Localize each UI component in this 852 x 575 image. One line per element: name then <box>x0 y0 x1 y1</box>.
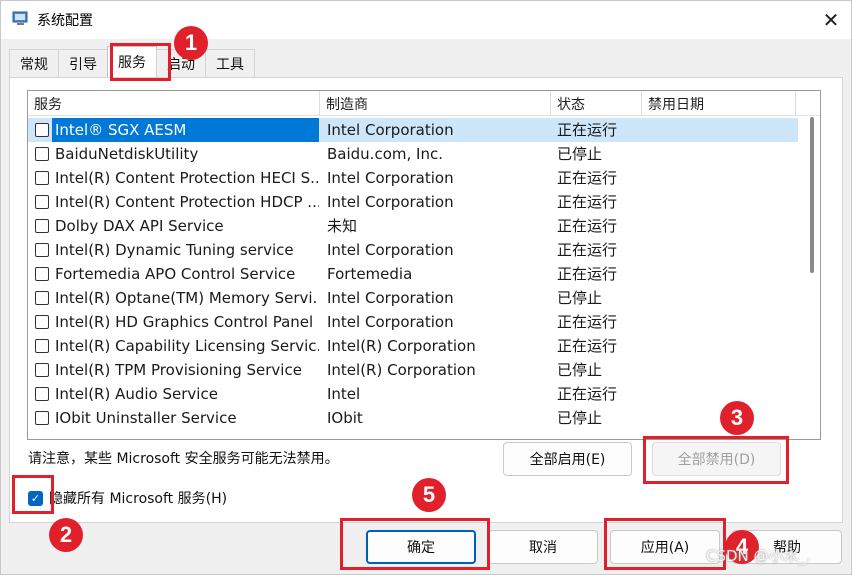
step-badge-3: 3 <box>720 401 754 435</box>
column-header-status[interactable]: 状态 <box>551 91 642 116</box>
hide-microsoft-services-label: 隐藏所有 Microsoft 服务(H) <box>49 491 228 507</box>
vertical-scrollbar[interactable] <box>805 117 819 439</box>
service-name: Intel(R) Audio Service <box>55 385 218 403</box>
service-name: Intel(R) Capability Licensing Servic... <box>55 337 319 355</box>
service-checkbox[interactable] <box>35 267 49 281</box>
service-checkbox[interactable] <box>35 219 49 233</box>
service-checkbox[interactable] <box>35 123 49 137</box>
service-manufacturer: Intel <box>327 385 361 403</box>
service-status: 正在运行 <box>557 313 618 331</box>
tab-general[interactable]: 常规 <box>9 49 59 77</box>
service-manufacturer: Intel Corporation <box>327 121 454 139</box>
table-row[interactable]: Intel(R) TPM Provisioning Service Intel(R… <box>28 358 798 382</box>
service-manufacturer: 未知 <box>327 217 358 235</box>
service-checkbox[interactable] <box>35 339 49 353</box>
annotation-box-disable-all <box>643 436 789 484</box>
security-note: 请注意，某些 Microsoft 安全服务可能无法禁用。 <box>28 451 339 467</box>
service-name: BaiduNetdiskUtility <box>55 145 199 163</box>
table-row[interactable]: Intel(R) Audio Service Intel 正在运行 <box>28 382 798 406</box>
service-name: Intel(R) TPM Provisioning Service <box>55 361 302 379</box>
service-status: 正在运行 <box>557 265 618 283</box>
table-row[interactable]: Intel(R) Capability Licensing Servic... I… <box>28 334 798 358</box>
service-checkbox[interactable] <box>35 147 49 161</box>
service-status: 正在运行 <box>557 385 618 403</box>
close-icon: ✕ <box>822 8 840 32</box>
service-checkbox[interactable] <box>35 411 49 425</box>
service-manufacturer: Baidu.com, Inc. <box>327 145 443 163</box>
service-name: Intel(R) Optane(TM) Memory Servi... <box>55 289 319 307</box>
hide-microsoft-services[interactable]: ✓ 隐藏所有 Microsoft 服务(H) <box>28 488 227 508</box>
service-name: Intel(R) Content Protection HDCP ... <box>55 193 319 211</box>
service-name: Fortemedia APO Control Service <box>55 265 296 283</box>
service-status: 正在运行 <box>557 169 618 187</box>
service-name: Dolby DAX API Service <box>55 217 224 235</box>
annotation-box-hide-ms-checkbox <box>12 475 54 514</box>
service-manufacturer: Intel Corporation <box>327 193 454 211</box>
service-status: 正在运行 <box>557 337 618 355</box>
annotation-box-ok-button <box>340 518 490 570</box>
service-manufacturer: Fortemedia <box>327 265 413 283</box>
service-status: 正在运行 <box>557 193 618 211</box>
table-row[interactable]: Intel(R) Optane(TM) Memory Servi... Intel… <box>28 286 798 310</box>
table-row[interactable]: Dolby DAX API Service 未知 正在运行 <box>28 214 798 238</box>
cancel-button[interactable]: 取消 <box>488 530 598 564</box>
table-row[interactable]: Intel(R) Content Protection HECI S... Int… <box>28 166 798 190</box>
scrollbar-thumb[interactable] <box>810 117 814 273</box>
tab-boot[interactable]: 引导 <box>58 49 108 77</box>
column-header-service[interactable]: 服务 <box>28 91 320 116</box>
service-manufacturer: Intel Corporation <box>327 289 454 307</box>
step-badge-5: 5 <box>412 478 446 512</box>
service-rows: Intel® SGX AESM Intel Corporation 正在运行 Bai… <box>28 118 820 430</box>
service-manufacturer: Intel Corporation <box>327 169 454 187</box>
table-row[interactable]: Intel(R) Dynamic Tuning service Intel Cor… <box>28 238 798 262</box>
msconfig-app-icon <box>12 11 28 25</box>
service-status: 已停止 <box>557 289 603 307</box>
close-button[interactable]: ✕ <box>813 5 849 35</box>
column-header-disable-date[interactable]: 禁用日期 <box>642 91 796 116</box>
title-bar: 系统配置 ✕ <box>1 1 851 39</box>
service-name: IObit Uninstaller Service <box>55 409 237 427</box>
service-name: Intel® SGX AESM <box>52 118 319 142</box>
table-row[interactable]: Intel(R) Content Protection HDCP ... Inte… <box>28 190 798 214</box>
step-badge-2: 2 <box>49 518 83 552</box>
service-status: 已停止 <box>557 145 603 163</box>
table-row[interactable]: Fortemedia APO Control Service Fortemedia… <box>28 262 798 286</box>
annotation-box-services-tab <box>110 43 171 81</box>
service-checkbox[interactable] <box>35 315 49 329</box>
column-header-manufacturer[interactable]: 制造商 <box>320 91 551 116</box>
service-manufacturer: Intel Corporation <box>327 313 454 331</box>
service-manufacturer: Intel(R) Corporation <box>327 337 476 355</box>
service-checkbox[interactable] <box>35 171 49 185</box>
service-checkbox[interactable] <box>35 387 49 401</box>
service-name: Intel(R) Content Protection HECI S... <box>55 169 319 187</box>
service-status: 已停止 <box>557 409 603 427</box>
service-status: 正在运行 <box>557 121 618 139</box>
service-manufacturer: Intel(R) Corporation <box>327 361 476 379</box>
service-manufacturer: IObit <box>327 409 363 427</box>
table-row[interactable]: Intel® SGX AESM Intel Corporation 正在运行 <box>28 118 798 142</box>
service-manufacturer: Intel Corporation <box>327 241 454 259</box>
service-checkbox[interactable] <box>35 195 49 209</box>
table-row[interactable]: IObit Uninstaller Service IObit 已停止 <box>28 406 798 430</box>
service-status: 正在运行 <box>557 217 618 235</box>
service-checkbox[interactable] <box>35 363 49 377</box>
tab-tools[interactable]: 工具 <box>205 49 255 77</box>
table-row[interactable]: BaiduNetdiskUtility Baidu.com, Inc. 已停止 <box>28 142 798 166</box>
service-name: Intel(R) Dynamic Tuning service <box>55 241 294 259</box>
services-table: 服务 制造商 状态 禁用日期 Intel® SGX AESM Intel Corp… <box>27 90 821 440</box>
service-checkbox[interactable] <box>35 243 49 257</box>
step-badge-1: 1 <box>174 26 208 60</box>
table-row[interactable]: Intel(R) HD Graphics Control Panel ... In… <box>28 310 798 334</box>
enable-all-button[interactable]: 全部启用(E) <box>503 442 632 476</box>
table-header: 服务 制造商 状态 禁用日期 <box>28 91 820 116</box>
service-status: 正在运行 <box>557 241 618 259</box>
window-title: 系统配置 <box>37 13 93 29</box>
service-status: 已停止 <box>557 361 603 379</box>
service-checkbox[interactable] <box>35 291 49 305</box>
csdn-watermark: CSDN @小木_. <box>706 547 811 565</box>
service-name: Intel(R) HD Graphics Control Panel ... <box>55 313 319 331</box>
